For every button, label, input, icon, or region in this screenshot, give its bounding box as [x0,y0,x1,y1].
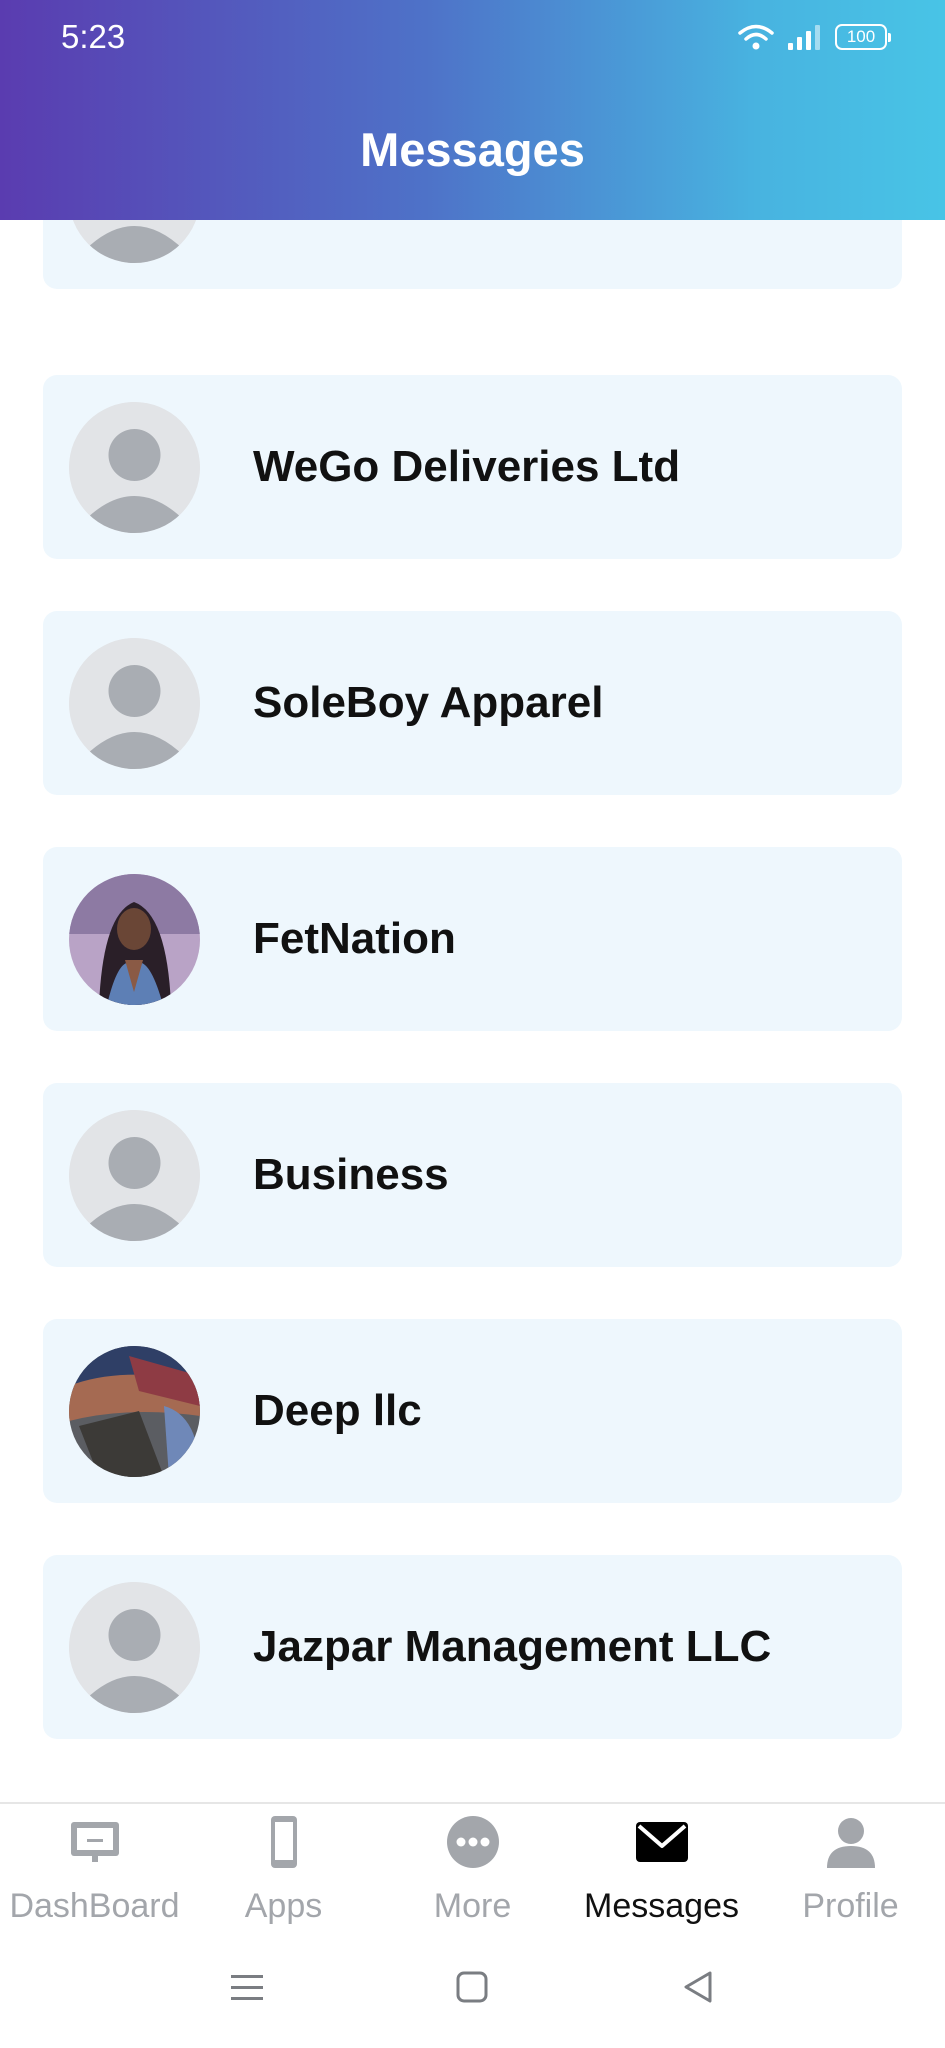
tab-profile[interactable]: Profile [756,1804,945,1954]
signal-icon [788,25,820,50]
conversation-item[interactable]: SoleBoy Apparel [43,611,902,795]
photo-avatar [69,1346,200,1477]
conversation-item[interactable]: Deep llc [43,1319,902,1503]
tab-label: Messages [584,1887,739,1925]
profile-icon [827,1818,875,1868]
home-icon[interactable] [452,1967,492,2007]
default-avatar-icon [69,402,200,533]
status-time: 5:23 [61,18,126,55]
tab-label: Profile [802,1887,899,1925]
tab-more[interactable]: More [378,1804,567,1954]
conversation-list[interactable]: WeGo Deliveries Ltd SoleBoy Apparel FetN… [0,220,945,1802]
menu-icon[interactable] [227,1967,267,2007]
default-avatar-icon [69,1582,200,1713]
battery-icon: 100 [835,24,891,50]
conversation-item[interactable]: FetNation [43,847,902,1031]
conversation-item[interactable] [43,220,902,289]
monitor-icon [71,1822,119,1862]
more-icon [447,1816,499,1868]
photo-avatar [69,874,200,1005]
wifi-icon [738,24,774,50]
default-avatar-icon [69,220,200,263]
tab-dashboard[interactable]: DashBoard [0,1804,189,1954]
system-nav-bar [0,1957,945,2027]
back-icon[interactable] [678,1967,718,2007]
bottom-tab-bar: DashBoard Apps More Messages Profile [0,1802,945,2048]
conversation-item[interactable]: WeGo Deliveries Ltd [43,375,902,559]
conversation-name: WeGo Deliveries Ltd [253,442,681,491]
tab-label: Apps [244,1887,323,1925]
tab-apps[interactable]: Apps [189,1804,378,1954]
conversation-name: SoleBoy Apparel [253,678,604,727]
tab-label: DashBoard [9,1887,180,1925]
tab-messages[interactable]: Messages [567,1804,756,1954]
conversation-name: Business [253,1150,449,1199]
phone-icon [271,1816,297,1868]
page-title: Messages [360,123,585,176]
conversation-item[interactable]: Business [43,1083,902,1267]
default-avatar-icon [69,1110,200,1241]
conversation-name: Jazpar Management LLC [253,1622,772,1671]
conversation-name: Deep llc [253,1386,422,1435]
mail-icon [636,1822,688,1862]
conversation-item[interactable]: Jazpar Management LLC [43,1555,902,1739]
default-avatar-icon [69,638,200,769]
conversation-name: FetNation [253,914,456,963]
tab-label: More [433,1887,512,1925]
app-header: 5:23 100 Messages [0,0,945,220]
status-icons: 100 [737,22,891,52]
